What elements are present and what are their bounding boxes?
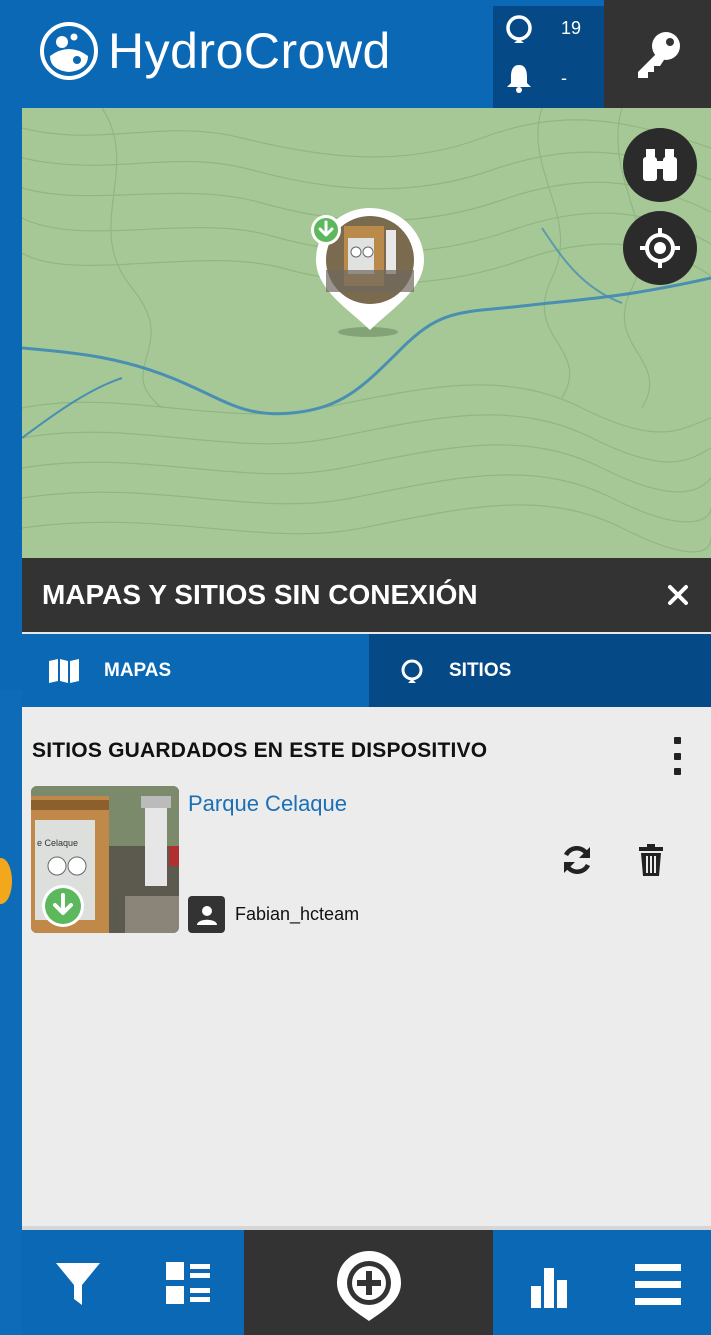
- app-title: HydroCrowd: [108, 23, 391, 79]
- bottom-toolbar: [22, 1230, 711, 1335]
- hydrocrowd-logo-icon: [40, 22, 98, 80]
- crosshair-icon: [640, 228, 680, 268]
- bell-icon: [493, 63, 545, 93]
- notifications-counter[interactable]: -: [493, 56, 604, 100]
- download-badge-icon: [311, 215, 341, 245]
- close-panel-button[interactable]: [661, 578, 695, 612]
- app-header: HydroCrowd 19 -: [0, 0, 711, 108]
- site-marker[interactable]: [310, 204, 430, 344]
- user-icon: [196, 905, 217, 925]
- section-title: SITIOS GUARDADOS EN ESTE DISPOSITIVO: [32, 739, 488, 762]
- left-edge-strip: [0, 690, 22, 1335]
- binoculars-icon: [643, 149, 677, 181]
- sites-count: 19: [561, 17, 582, 38]
- location-ring-icon: [401, 659, 423, 683]
- bottom-left-group: [22, 1230, 244, 1335]
- key-icon: [637, 32, 680, 78]
- notifications-count: -: [561, 67, 567, 88]
- delete-site-button[interactable]: [639, 844, 663, 876]
- add-site-button[interactable]: [334, 1248, 404, 1324]
- sites-counter[interactable]: 19: [493, 6, 604, 50]
- filter-button[interactable]: [50, 1260, 106, 1308]
- offline-panel-header: MAPAS Y SITIOS SIN CONEXIÓN: [22, 558, 711, 632]
- sync-site-button[interactable]: [560, 843, 594, 877]
- user-avatar: [188, 896, 225, 933]
- svg-text:e Celaque: e Celaque: [37, 838, 78, 848]
- map-view[interactable]: [22, 108, 711, 558]
- refresh-icon: [563, 846, 591, 874]
- site-thumbnail[interactable]: e Celaque: [31, 786, 179, 933]
- site-name-link[interactable]: Parque Celaque: [188, 791, 347, 817]
- kebab-dot: [673, 752, 681, 760]
- list-view-icon: [166, 1262, 210, 1304]
- close-icon: [668, 585, 688, 605]
- bottom-center-group: [244, 1230, 493, 1335]
- login-button[interactable]: [604, 0, 711, 108]
- add-icon: [337, 1251, 401, 1321]
- tab-mapas[interactable]: MAPAS: [22, 634, 369, 707]
- bottom-right-group: [493, 1230, 711, 1335]
- menu-icon: [635, 1264, 681, 1305]
- download-badge-icon: [42, 885, 84, 927]
- trash-icon: [639, 844, 663, 876]
- user-name: Fabian_hcteam: [235, 904, 360, 924]
- explore-button[interactable]: [623, 128, 697, 202]
- kebab-dot: [673, 737, 681, 744]
- more-options-button[interactable]: [667, 737, 687, 775]
- app-logo[interactable]: HydroCrowd: [40, 22, 391, 80]
- filter-icon: [56, 1263, 100, 1305]
- map-icon: [49, 658, 79, 683]
- panel-title: MAPAS Y SITIOS SIN CONEXIÓN: [42, 579, 478, 610]
- panel-tabs: MAPAS SITIOS: [22, 632, 711, 707]
- list-view-button[interactable]: [162, 1260, 214, 1308]
- saved-sites-content: SITIOS GUARDADOS EN ESTE DISPOSITIVO e C…: [22, 707, 711, 1229]
- location-ring-icon: [493, 13, 545, 43]
- locate-button[interactable]: [623, 211, 697, 285]
- tab-mapas-label: MAPAS: [104, 659, 172, 681]
- tab-sitios-label: SITIOS: [449, 659, 512, 681]
- bar-chart-icon: [531, 1268, 567, 1308]
- site-owner[interactable]: Fabian_hcteam: [188, 896, 359, 933]
- menu-button[interactable]: [635, 1262, 681, 1308]
- kebab-dot: [673, 768, 681, 775]
- header-counters[interactable]: 19 -: [493, 6, 604, 108]
- tab-sitios[interactable]: SITIOS: [369, 634, 711, 707]
- statistics-button[interactable]: [527, 1262, 571, 1308]
